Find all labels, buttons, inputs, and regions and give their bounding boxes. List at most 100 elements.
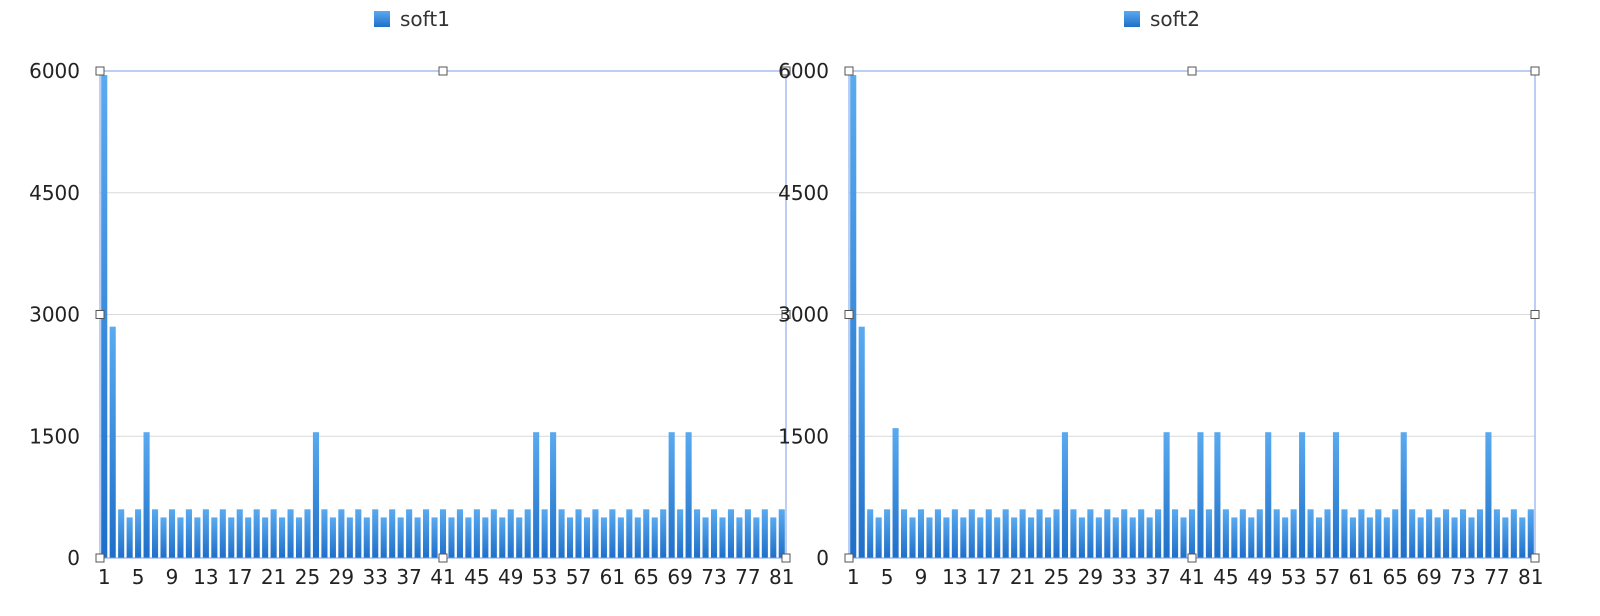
bar[interactable] (1146, 517, 1153, 558)
bar[interactable] (677, 509, 684, 558)
bar[interactable] (321, 509, 328, 558)
bar[interactable] (1044, 517, 1052, 558)
bar[interactable] (550, 432, 557, 558)
resize-handle[interactable] (1187, 66, 1197, 76)
bar[interactable] (1019, 509, 1026, 558)
bar[interactable] (1163, 432, 1170, 558)
bar[interactable] (1443, 509, 1450, 558)
bar[interactable] (994, 517, 1001, 558)
bar[interactable] (465, 517, 472, 558)
bar[interactable] (892, 428, 899, 558)
bar[interactable] (1112, 517, 1119, 558)
bar[interactable] (719, 517, 726, 558)
bar[interactable] (744, 509, 751, 558)
bar[interactable] (253, 509, 260, 558)
bar[interactable] (533, 432, 540, 558)
bar[interactable] (1070, 509, 1077, 558)
bar[interactable] (1121, 509, 1128, 558)
bar[interactable] (1426, 509, 1433, 558)
bar[interactable] (1036, 509, 1043, 558)
bar[interactable] (304, 509, 311, 558)
resize-handle[interactable] (1530, 66, 1540, 76)
bar[interactable] (626, 509, 633, 558)
bar[interactable] (1392, 509, 1399, 558)
bar[interactable] (727, 509, 734, 558)
bar[interactable] (1265, 432, 1272, 558)
resize-handle[interactable] (781, 553, 791, 563)
bar[interactable] (694, 509, 701, 558)
bar[interactable] (363, 517, 370, 558)
bar[interactable] (1214, 432, 1221, 558)
bar[interactable] (558, 509, 565, 558)
resize-handle[interactable] (438, 553, 448, 563)
bar[interactable] (312, 432, 320, 558)
bar[interactable] (710, 509, 718, 558)
bar[interactable] (1434, 517, 1441, 558)
bar[interactable] (1485, 432, 1492, 558)
bar[interactable] (456, 509, 463, 558)
bar[interactable] (1290, 509, 1297, 558)
bar[interactable] (660, 509, 667, 558)
bar[interactable] (194, 517, 201, 558)
bar[interactable] (473, 509, 480, 558)
resize-handle[interactable] (1187, 553, 1197, 563)
bar[interactable] (1493, 509, 1500, 558)
resize-handle[interactable] (438, 66, 448, 76)
bar[interactable] (1222, 509, 1229, 558)
bar[interactable] (372, 509, 379, 558)
bar[interactable] (1172, 509, 1179, 558)
bar[interactable] (406, 509, 413, 558)
bar[interactable] (1104, 509, 1111, 558)
bar[interactable] (1155, 509, 1162, 558)
bar[interactable] (185, 509, 192, 558)
bar[interactable] (1273, 509, 1280, 558)
resize-handle[interactable] (95, 553, 105, 563)
bar[interactable] (943, 517, 950, 558)
bar[interactable] (1061, 432, 1069, 558)
bar[interactable] (1231, 517, 1238, 558)
bar[interactable] (1332, 432, 1340, 558)
bar[interactable] (499, 517, 506, 558)
bar[interactable] (135, 509, 142, 558)
bar[interactable] (600, 517, 607, 558)
bar[interactable] (211, 517, 218, 558)
bar[interactable] (858, 326, 865, 558)
bar[interactable] (397, 517, 404, 558)
bar[interactable] (770, 517, 777, 558)
bar[interactable] (431, 517, 438, 558)
bar[interactable] (414, 517, 421, 558)
bar[interactable] (609, 509, 616, 558)
bar[interactable] (1375, 509, 1382, 558)
bar[interactable] (1138, 509, 1145, 558)
bar[interactable] (490, 509, 497, 558)
bar[interactable] (177, 517, 184, 558)
bar[interactable] (168, 509, 176, 558)
bar[interactable] (228, 517, 235, 558)
bar[interactable] (245, 517, 252, 558)
resize-handle[interactable] (1530, 553, 1540, 563)
bar[interactable] (634, 517, 641, 558)
bar[interactable] (1366, 517, 1373, 558)
bar[interactable] (482, 517, 489, 558)
bar[interactable] (875, 517, 882, 558)
bar[interactable] (1028, 517, 1035, 558)
bar[interactable] (1129, 517, 1136, 558)
bar[interactable] (1476, 509, 1483, 558)
bar[interactable] (617, 517, 624, 558)
bar[interactable] (736, 517, 743, 558)
bar[interactable] (1197, 432, 1204, 558)
bar[interactable] (423, 509, 430, 558)
bar[interactable] (1188, 509, 1196, 558)
bar[interactable] (1519, 517, 1526, 558)
bar[interactable] (338, 509, 345, 558)
resize-handle[interactable] (95, 66, 105, 76)
bar[interactable] (575, 509, 582, 558)
bar[interactable] (1417, 517, 1424, 558)
bar[interactable] (380, 517, 387, 558)
bar[interactable] (295, 517, 303, 558)
bar[interactable] (685, 432, 692, 558)
bar[interactable] (592, 509, 599, 558)
bar[interactable] (1383, 517, 1390, 558)
bar[interactable] (1527, 509, 1534, 558)
bar[interactable] (1256, 509, 1263, 558)
